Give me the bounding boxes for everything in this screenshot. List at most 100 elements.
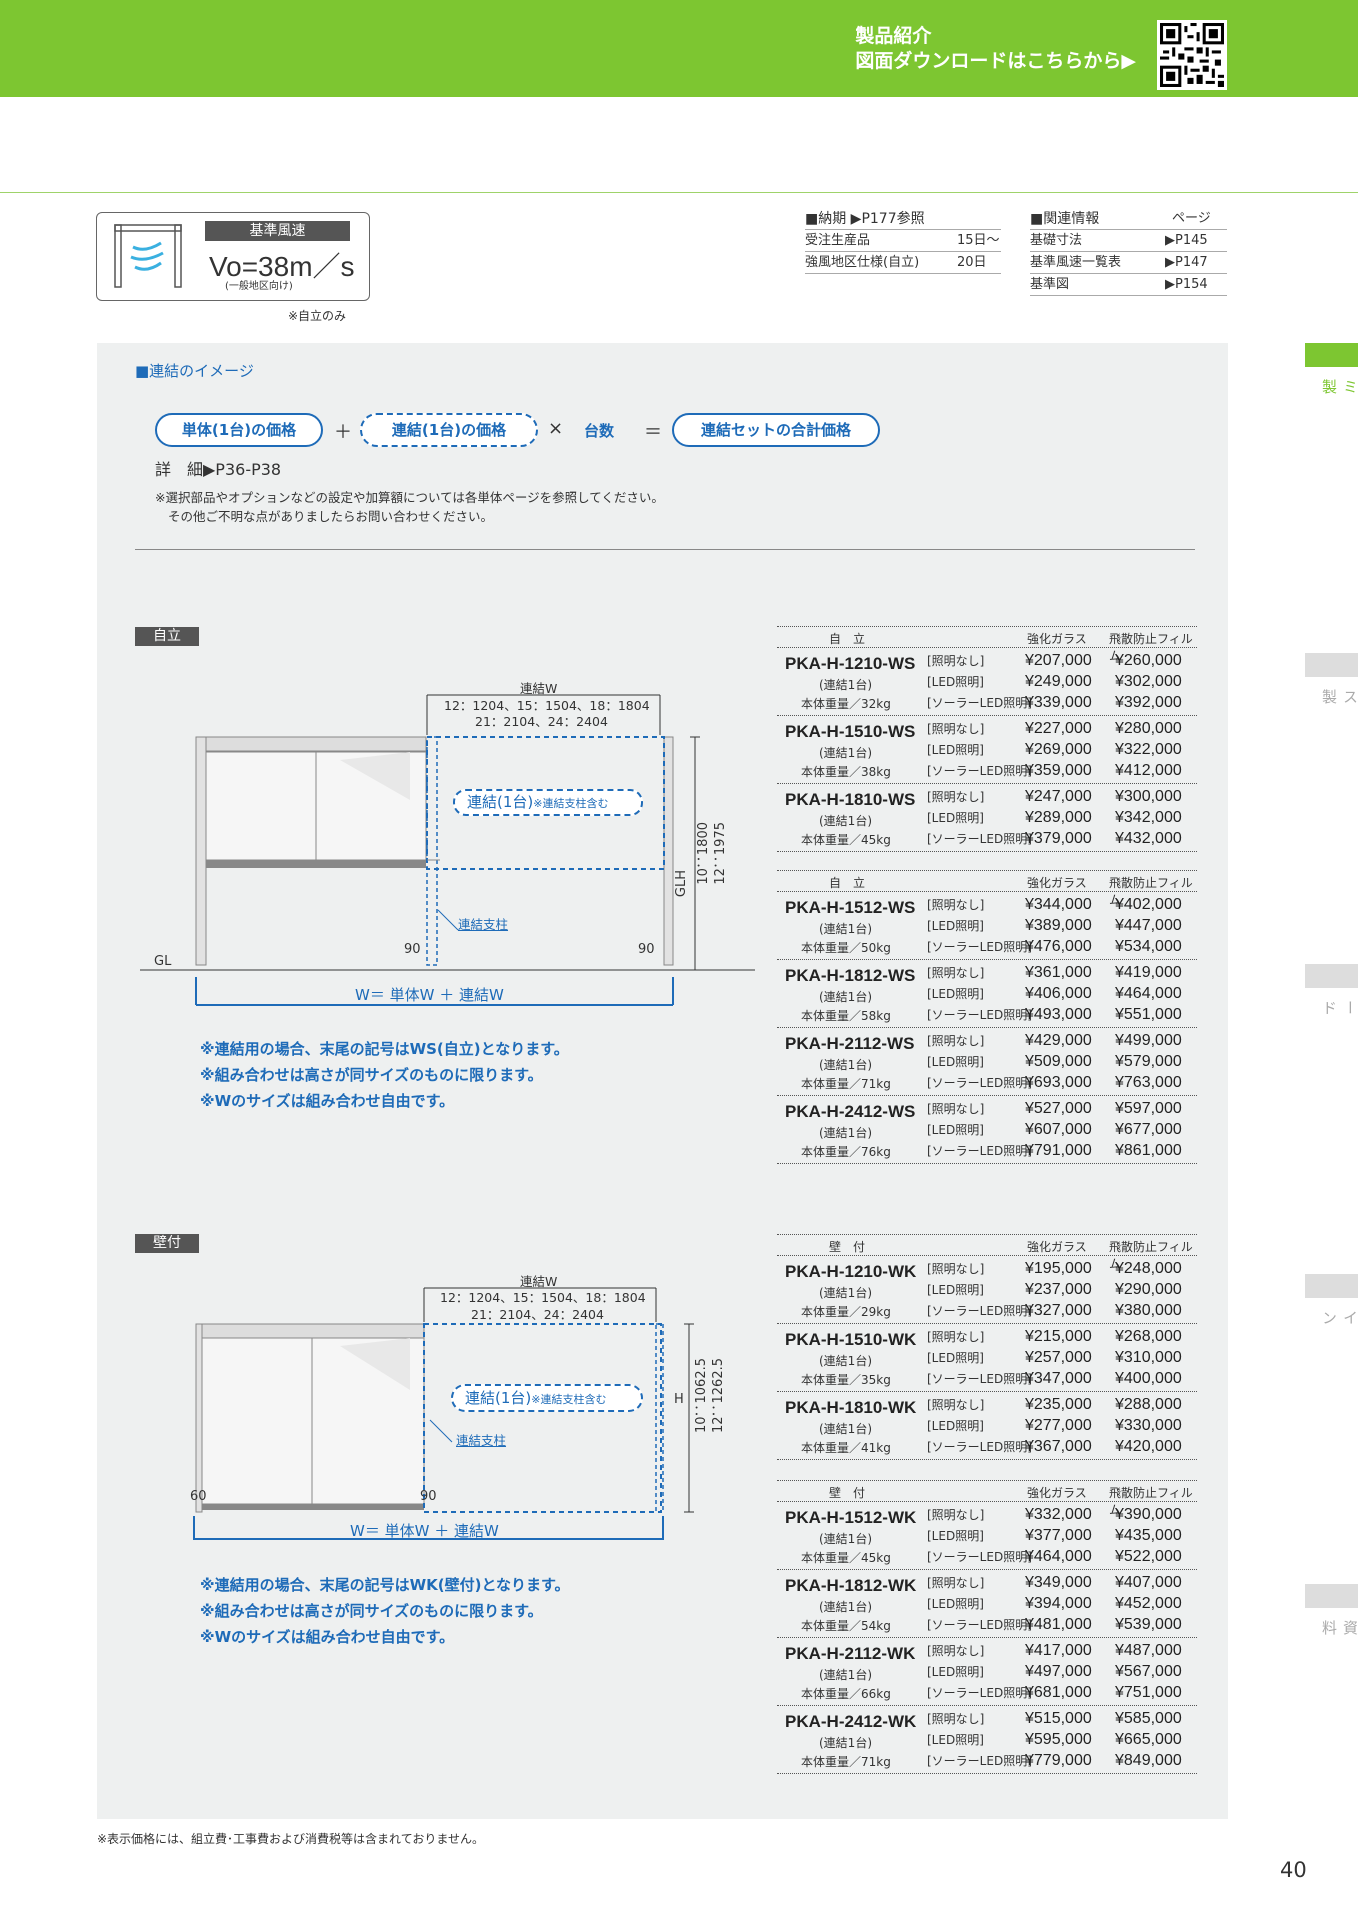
price-film: ¥499,000 — [1115, 1032, 1182, 1049]
related-link[interactable]: ▶P145 — [1165, 230, 1208, 252]
price-glass: ¥389,000 — [1025, 917, 1092, 934]
price-glass: ¥367,000 — [1025, 1438, 1092, 1455]
price-film: ¥452,000 — [1115, 1595, 1182, 1612]
lighting-option: [LED照明] — [927, 675, 984, 689]
price-glass: ¥332,000 — [1025, 1506, 1092, 1523]
model-weight: 本体重量／66kg — [801, 1687, 891, 1701]
glh-label: GLH — [674, 870, 689, 898]
page-number: 40 — [1280, 1858, 1307, 1882]
lighting-option: [ソーラーLED照明] — [927, 1304, 1032, 1318]
price-glass: ¥277,000 — [1025, 1417, 1092, 1434]
price-film: ¥539,000 — [1115, 1616, 1182, 1633]
sidebar-tab — [1305, 1584, 1358, 1608]
price-glass: ¥207,000 — [1025, 652, 1092, 669]
sidebar-tab — [1305, 1274, 1358, 1298]
model-sub: (連結1台) — [819, 1422, 872, 1436]
price-film: ¥400,000 — [1115, 1370, 1182, 1387]
model-weight: 本体重量／76kg — [801, 1145, 891, 1159]
price-film: ¥302,000 — [1115, 673, 1182, 690]
pillar-label: 連結支柱 — [456, 1433, 507, 1448]
lighting-option: [照明なし] — [927, 1644, 985, 1658]
price-glass: ¥257,000 — [1025, 1349, 1092, 1366]
table-header: 壁 付強化ガラス 飛散防止フィルム — [777, 1234, 1197, 1271]
price-glass: ¥481,000 — [1025, 1616, 1092, 1633]
sidebar-tab — [1305, 964, 1358, 988]
price-film: ¥464,000 — [1115, 985, 1182, 1002]
lighting-option: [ソーラーLED照明] — [927, 1550, 1032, 1564]
header-bar: 製品紹介 図面ダウンロードはこちらから▶ — [0, 0, 1358, 97]
download-link[interactable]: 製品紹介 図面ダウンロードはこちらから▶ — [855, 24, 1136, 74]
lighting-option: [LED照明] — [927, 919, 984, 933]
model-number: PKA-H-1510-WS — [785, 722, 916, 741]
model-weight: 本体重量／71kg — [801, 1755, 891, 1769]
table-row: PKA-H-1810-WS (連結1台) 本体重量／45kg [照明なし] ¥247,0… — [777, 784, 1197, 852]
sidebar-label: 参考資料 — [1320, 1620, 1358, 1637]
price-glass: ¥237,000 — [1025, 1281, 1092, 1298]
price-film: ¥248,000 — [1115, 1260, 1182, 1277]
lighting-option: [ソーラーLED照明] — [927, 1440, 1032, 1454]
jiritsu-notes: ※連結用の場合、末尾の記号はWS(自立)となります。 ※組み合わせは高さが同サイ… — [200, 1036, 569, 1114]
model-weight: 本体重量／29kg — [801, 1305, 891, 1319]
connect-sub: ※連結支柱含む — [531, 1393, 607, 1406]
table-head-type: 自 立 — [829, 876, 866, 890]
related-link[interactable]: ▶P154 — [1165, 274, 1208, 296]
sidebar-label: ポステージ／ステンレス製 — [1320, 689, 1358, 706]
connect-label-box: 連結(1台)※連結支柱含む — [451, 1384, 643, 1412]
dim-label: 21：2104、24：2404 — [475, 714, 608, 729]
model-weight: 本体重量／50kg — [801, 941, 891, 955]
w-formula: W＝ 単体W ＋ 連結W — [355, 986, 504, 1004]
model-number: PKA-H-2112-WK — [785, 1644, 916, 1663]
price-glass: ¥269,000 — [1025, 741, 1092, 758]
price-film: ¥310,000 — [1115, 1349, 1182, 1366]
price-glass: ¥464,000 — [1025, 1548, 1092, 1565]
wind-speed-badge: 基準風速 Vo=38m／s (一般地区向け) — [96, 212, 370, 301]
table-row: PKA-H-2112-WK (連結1台) 本体重量／66kg [照明なし] ¥417,0… — [777, 1638, 1197, 1706]
pillar-label: 連結支柱 — [458, 917, 509, 932]
price-film: ¥849,000 — [1115, 1752, 1182, 1769]
connect-label: 連結(1台) — [465, 1389, 532, 1407]
lighting-option: [照明なし] — [927, 1034, 985, 1048]
lighting-option: [照明なし] — [927, 1398, 985, 1412]
price-glass: ¥339,000 — [1025, 694, 1092, 711]
price-glass: ¥791,000 — [1025, 1142, 1092, 1159]
model-number: PKA-H-2412-WS — [785, 1102, 916, 1121]
connect-label-box: 連結(1台)※連結支柱含む — [453, 789, 643, 816]
table-row: PKA-H-1210-WK (連結1台) 本体重量／29kg [照明なし] ¥195,0… — [777, 1256, 1197, 1324]
table-row: PKA-H-1810-WK (連結1台) 本体重量／41kg [照明なし] ¥235,0… — [777, 1392, 1197, 1460]
price-glass: ¥215,000 — [1025, 1328, 1092, 1345]
col-glass: 強化ガラス — [1027, 1240, 1087, 1254]
table-row: PKA-H-1512-WS (連結1台) 本体重量／50kg [照明なし] ¥344,0… — [777, 892, 1197, 960]
sidebar-tab — [1305, 343, 1358, 367]
model-weight: 本体重量／45kg — [801, 1551, 891, 1565]
model-number: PKA-H-1510-WK — [785, 1330, 917, 1349]
sidebar-label: 内照式サイン — [1320, 1310, 1358, 1327]
delivery-title: ■納期 ▶P177参照 — [805, 208, 1001, 230]
price-glass: ¥249,000 — [1025, 673, 1092, 690]
lighting-option: [ソーラーLED照明] — [927, 696, 1032, 710]
dim-label: 21：2104、24：2404 — [471, 1307, 604, 1322]
price-film: ¥597,000 — [1115, 1100, 1182, 1117]
section-divider — [135, 549, 1195, 550]
qr-code-icon[interactable] — [1157, 20, 1227, 90]
note-line: ※連結用の場合、末尾の記号はWS(自立)となります。 — [200, 1040, 569, 1058]
lighting-option: [ソーラーLED照明] — [927, 1372, 1032, 1386]
price-glass: ¥527,000 — [1025, 1100, 1092, 1117]
wind-note: ※自立のみ — [288, 309, 347, 323]
price-glass: ¥595,000 — [1025, 1731, 1092, 1748]
model-sub: (連結1台) — [819, 746, 872, 760]
price-film: ¥447,000 — [1115, 917, 1182, 934]
price-film: ¥260,000 — [1115, 652, 1182, 669]
model-number: PKA-H-1812-WS — [785, 966, 916, 985]
sidebar-tab — [1305, 653, 1358, 677]
h-label: H — [674, 1392, 684, 1407]
related-link[interactable]: ▶P147 — [1165, 252, 1208, 274]
lighting-option: [LED照明] — [927, 1733, 984, 1747]
price-glass: ¥289,000 — [1025, 809, 1092, 826]
pill-connect-price: 連結(1台)の価格 — [360, 413, 538, 447]
price-glass: ¥195,000 — [1025, 1260, 1092, 1277]
price-glass: ¥417,000 — [1025, 1642, 1092, 1659]
plus-operator: ＋ — [334, 422, 352, 443]
connect-sub: ※連結支柱含む — [533, 797, 609, 810]
lighting-option: [LED照明] — [927, 1055, 984, 1069]
price-film: ¥407,000 — [1115, 1574, 1182, 1591]
